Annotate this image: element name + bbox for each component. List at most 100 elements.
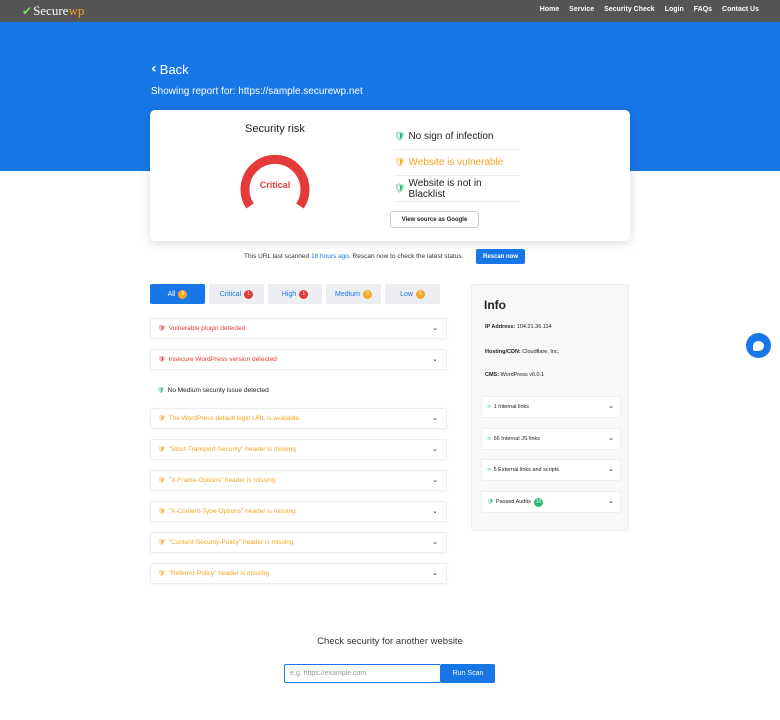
shield-critical-icon: 🛡 xyxy=(158,356,166,363)
tab-low[interactable]: Low 6 xyxy=(385,284,440,304)
issue-text: "Referrer-Policy" header is missing xyxy=(168,570,269,577)
run-scan-button[interactable]: Run Scan xyxy=(441,664,495,683)
issue-text: "Strict-Transport-Security" header is mi… xyxy=(168,446,296,453)
nav-contact[interactable]: Contact Us xyxy=(722,6,759,13)
issue-row[interactable]: 🛡 Vulnerable plugin detected ⌄ xyxy=(150,318,447,339)
issue-row[interactable]: 🛡 "X-Frame-Options" header is missing ⌄ xyxy=(150,470,447,491)
nav-service[interactable]: Service xyxy=(569,6,594,13)
issue-row[interactable]: 🛡 The WordPress default login URL is ava… xyxy=(150,408,447,429)
scan-suffix: . Rescan now to check the latest status. xyxy=(348,253,464,260)
link-icon: ∞ xyxy=(487,404,492,410)
check-label: Website is not in Blacklist xyxy=(408,177,482,200)
info-title: Info xyxy=(484,298,506,312)
chat-button[interactable] xyxy=(746,333,771,358)
chevron-left-icon: ‹ xyxy=(151,61,157,77)
check-infection: 🛡 No sign of infection xyxy=(394,124,520,150)
status-checks: 🛡 No sign of infection 🛡 Website is vuln… xyxy=(394,124,520,202)
shield-warning-icon: 🛡 xyxy=(158,415,166,422)
passed-count-badge: 10 xyxy=(533,497,544,507)
chevron-down-icon: ⌄ xyxy=(432,507,438,515)
info-host-value: Cloudflare, Inc. xyxy=(522,349,560,355)
shield-warning-icon: 🛡 xyxy=(394,157,406,168)
count-badge: 0 xyxy=(362,289,372,299)
risk-gauge xyxy=(240,154,310,209)
check-label: Website is vulnerable xyxy=(408,157,504,168)
nav-login[interactable]: Login xyxy=(665,6,684,13)
info-ip: IP Address: 104.21.36.114 xyxy=(485,324,552,330)
risk-title: Security risk xyxy=(245,123,305,135)
info-cms: CMS: WordPress v6.0.1 xyxy=(485,372,544,378)
info-cms-label: CMS: xyxy=(485,372,500,378)
tab-label: High xyxy=(281,290,297,298)
shield-check-icon: 🛡 xyxy=(394,131,406,142)
chevron-down-icon: ⌄ xyxy=(608,434,614,442)
tab-label: Low xyxy=(400,290,413,298)
severity-tabs: All 9 Critical 1 High 1 Medium 0 Low 6 xyxy=(150,284,440,304)
issue-text: Insecure WordPress version detected xyxy=(168,356,277,363)
chevron-down-icon: ⌄ xyxy=(432,569,438,577)
shield-check-icon: 🛡 xyxy=(487,499,494,505)
brand-name-accent: wp xyxy=(68,3,85,18)
accordion-internal-links[interactable]: ∞ 1 Internal links ⌄ xyxy=(481,396,621,418)
chevron-down-icon: ⌄ xyxy=(432,538,438,546)
count-badge: 6 xyxy=(415,289,425,299)
issue-row[interactable]: 🛡 Insecure WordPress version detected ⌄ xyxy=(150,349,447,370)
back-link[interactable]: ‹ Back xyxy=(151,61,189,77)
issue-text: No Medium security issue detected xyxy=(167,387,269,394)
link-icon: ∞ xyxy=(487,436,492,442)
shield-warning-icon: 🛡 xyxy=(158,477,166,484)
accordion-passed-audits[interactable]: 🛡 Passed Audits 10 ⌄ xyxy=(481,491,621,513)
tab-medium[interactable]: Medium 0 xyxy=(326,284,381,304)
issue-text: "Content-Security-Policy" header is miss… xyxy=(168,539,294,546)
issue-row: 🛡 No Medium security issue detected xyxy=(150,380,447,401)
chevron-down-icon: ⌄ xyxy=(432,476,438,484)
url-input[interactable] xyxy=(284,664,441,683)
accordion-js-links[interactable]: ∞ 56 Internal JS links ⌄ xyxy=(481,428,621,450)
chevron-down-icon: ⌄ xyxy=(608,402,614,410)
nav-faqs[interactable]: FAQs xyxy=(694,6,712,13)
rescan-button[interactable]: Rescan now xyxy=(476,249,525,264)
shield-warning-icon: 🛡 xyxy=(158,539,166,546)
issue-row[interactable]: 🛡 "Strict-Transport-Security" header is … xyxy=(150,439,447,460)
shield-warning-icon: 🛡 xyxy=(158,508,166,515)
accordion-label: 1 Internal links xyxy=(493,404,530,410)
issue-row[interactable]: 🛡 "X-Content-Type-Options" header is mis… xyxy=(150,501,447,522)
count-badge: 9 xyxy=(178,289,188,299)
shield-warning-icon: 🛡 xyxy=(158,570,166,577)
count-badge: 1 xyxy=(299,289,309,299)
nav-home[interactable]: Home xyxy=(540,6,559,13)
accordion-external-links[interactable]: ∞ 5 External links and scripts ⌄ xyxy=(481,459,621,481)
brand-logo[interactable]: ✔ Secure wp xyxy=(22,3,84,19)
check-blacklist: 🛡 Website is not in Blacklist xyxy=(394,176,520,202)
tab-high[interactable]: High 1 xyxy=(268,284,322,304)
issue-text: "X-Content-Type-Options" header is missi… xyxy=(168,508,296,515)
chevron-down-icon: ⌄ xyxy=(432,445,438,453)
link-icon: ∞ xyxy=(487,467,492,473)
shield-check-icon: 🛡 xyxy=(157,387,165,394)
info-hosting: Hosting/CDN: Cloudflare, Inc. xyxy=(485,349,559,355)
info-host-label: Hosting/CDN: xyxy=(485,349,521,355)
nav-menu: Home Service Security Check Login FAQs C… xyxy=(540,6,759,13)
info-ip-label: IP Address: xyxy=(485,324,516,330)
check-logo-icon: ✔ xyxy=(22,4,33,18)
report-url-text: Showing report for: https://sample.secur… xyxy=(151,86,363,97)
check-vulnerable: 🛡 Website is vulnerable xyxy=(394,150,520,176)
scan-prefix: This URL last scanned xyxy=(244,253,311,260)
nav-security-check[interactable]: Security Check xyxy=(604,6,655,13)
issue-text: "X-Frame-Options" header is missing xyxy=(168,477,276,484)
chevron-down-icon: ⌄ xyxy=(608,497,614,505)
accordion-label: 56 Internal JS links xyxy=(493,436,541,442)
shield-check-icon: 🛡 xyxy=(394,183,406,194)
tab-all[interactable]: All 9 xyxy=(150,284,205,304)
brand-name-main: Secure xyxy=(33,3,69,18)
top-nav: ✔ Secure wp Home Service Security Check L… xyxy=(0,0,780,22)
scan-ago-link[interactable]: 18 hours ago xyxy=(311,253,349,260)
chat-bubble-icon xyxy=(753,340,764,351)
issue-row[interactable]: 🛡 "Content-Security-Policy" header is mi… xyxy=(150,532,447,553)
view-source-button[interactable]: View source as Google xyxy=(390,211,479,228)
issue-text: Vulnerable plugin detected xyxy=(168,325,246,332)
last-scanned-text: This URL last scanned 18 hours ago. Resc… xyxy=(244,253,463,260)
issue-row[interactable]: 🛡 "Referrer-Policy" header is missing ⌄ xyxy=(150,563,447,584)
chevron-down-icon: ⌄ xyxy=(432,355,438,363)
tab-critical[interactable]: Critical 1 xyxy=(209,284,264,304)
